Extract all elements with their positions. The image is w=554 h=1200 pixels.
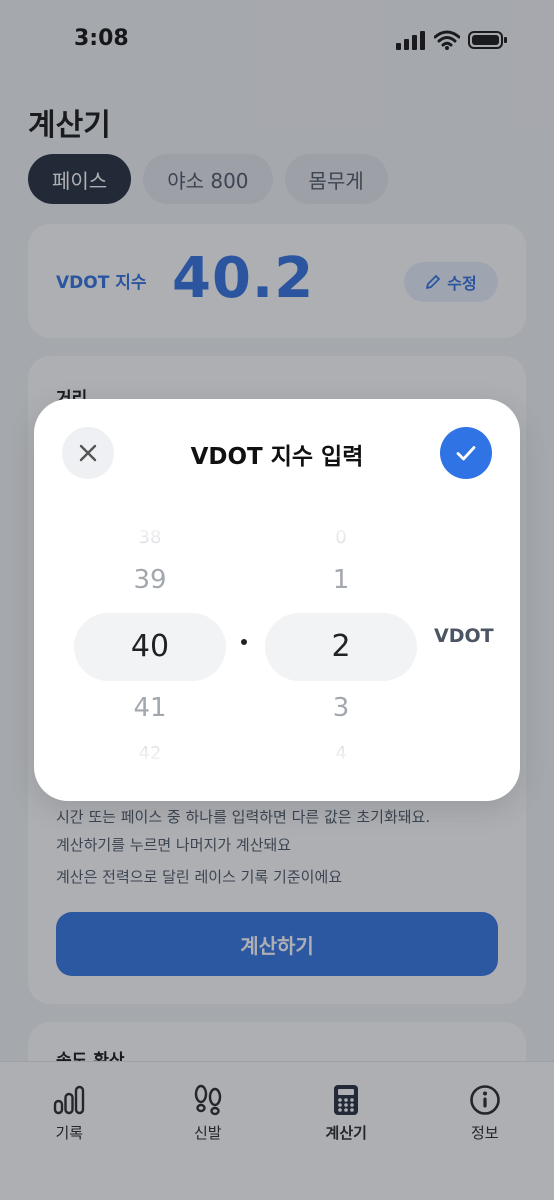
decimal-wheel-option[interactable]: 1 xyxy=(265,565,417,595)
integer-wheel-option[interactable]: 41 xyxy=(74,693,226,723)
decimal-point xyxy=(241,639,247,645)
wheel-fade-top xyxy=(64,519,410,559)
decimal-wheel-selected[interactable]: 2 xyxy=(265,629,417,664)
decimal-wheel-option[interactable]: 3 xyxy=(265,693,417,723)
confirm-button[interactable] xyxy=(440,427,492,479)
integer-wheel-selected[interactable]: 40 xyxy=(74,629,226,664)
unit-label: VDOT xyxy=(434,625,494,647)
vdot-input-modal: VDOT 지수 입력 38 39 40 41 42 0 1 2 3 4 VDOT xyxy=(34,399,520,801)
wheel-fade-bottom xyxy=(64,729,410,769)
integer-wheel-option[interactable]: 39 xyxy=(74,565,226,595)
check-icon xyxy=(456,446,476,461)
